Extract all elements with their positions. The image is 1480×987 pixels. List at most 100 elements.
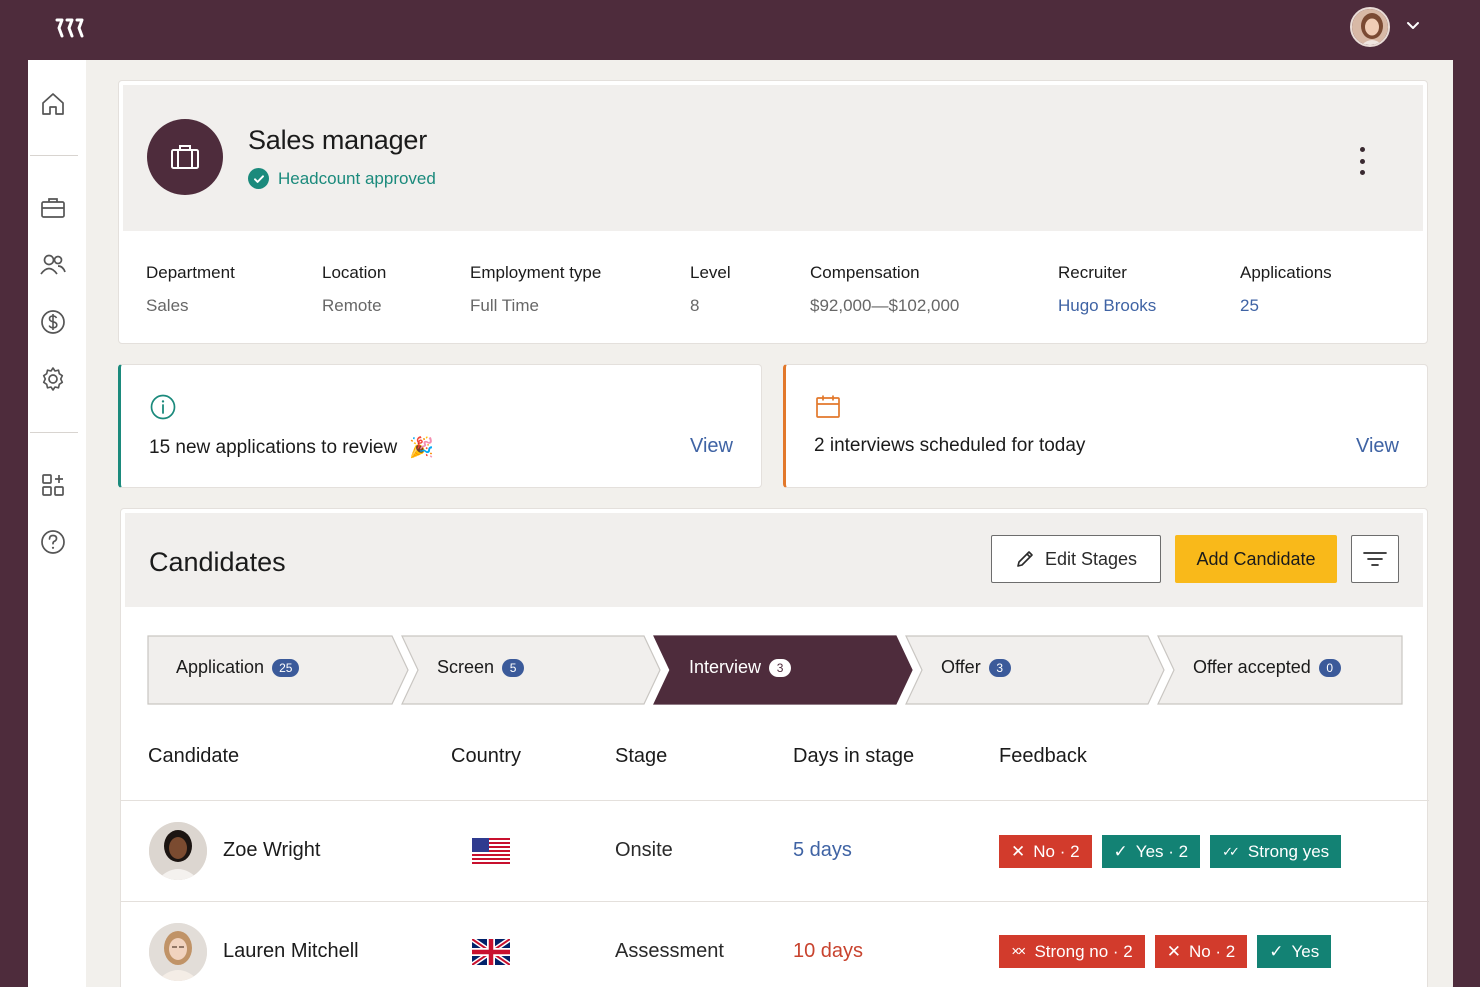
feedback-tags: ✕✕ Strong no · 2 ✕ No · 2 ✓ Yes [999,935,1332,968]
x-icon: ✕ [1011,841,1026,861]
app-frame: Sales manager Headcount approved Departm… [28,60,1453,987]
column-header-days-in-stage[interactable]: Days in stage [793,745,914,768]
sidebar-divider [30,432,78,433]
job-avatar [147,119,223,195]
stage-offer-accepted-label[interactable]: Offer accepted 0 [1193,657,1341,678]
meta-compensation: Compensation $92,000—$102,000 [810,263,959,316]
gear-icon[interactable] [39,365,67,393]
feedback-tag[interactable]: ✓✓ Strong yes [1210,835,1342,868]
meta-level: Level 8 [690,263,731,316]
stage-application-label[interactable]: Application 25 [176,657,300,678]
feedback-tag[interactable]: ✓ Yes · 2 [1101,835,1201,868]
meta-recruiter: Recruiter Hugo Brooks [1058,263,1156,316]
filter-button[interactable] [1351,535,1399,583]
meta-label: Department [146,263,235,282]
brand-logo-icon[interactable] [54,16,88,40]
chevron-down-icon[interactable] [1405,18,1421,34]
feedback-label: Yes · 2 [1135,841,1189,861]
double-check-icon: ✓✓ [1222,843,1240,859]
candidates-title: Candidates [149,547,286,577]
calendar-icon [816,395,840,418]
feedback-label: No · 2 [1188,941,1236,961]
feedback-tags: ✕ No · 2 ✓ Yes · 2 ✓✓ Strong yes [999,835,1342,868]
notice-text: 15 new applications to review 🎉 [149,435,434,460]
stage-screen-label[interactable]: Screen 5 [437,657,525,678]
stage-count-badge: 25 [272,658,300,677]
applications-link[interactable]: 25 [1240,296,1332,316]
feedback-tag[interactable]: ✕ No · 2 [1154,935,1248,968]
candidate-name[interactable]: Zoe Wright [223,839,320,862]
recruiter-link[interactable]: Hugo Brooks [1058,296,1156,316]
stage-pipeline: Application 25 Screen 5 Interview 3 Offe… [147,635,1403,705]
home-icon[interactable] [39,90,67,118]
check-icon: ✓ [1113,841,1128,861]
job-header: Sales manager Headcount approved [123,85,1423,231]
meta-employment-type: Employment type Full Time [470,263,601,316]
add-candidate-button[interactable]: Add Candidate [1175,535,1337,583]
feedback-tag[interactable]: ✓ Yes [1257,935,1332,968]
days-in-stage: 5 days [793,839,852,861]
uk-flag-icon [472,939,510,965]
apps-add-icon[interactable] [39,471,67,499]
feedback-label: No · 2 [1033,841,1080,861]
stage-name: Offer [941,657,981,677]
new-applications-notice: 15 new applications to review 🎉 View [118,364,762,488]
job-title: Sales manager [248,125,428,155]
candidate-avatar [149,822,207,880]
people-icon[interactable] [39,251,67,279]
row-divider [121,901,1429,902]
meta-applications: Applications 25 [1240,263,1332,316]
pencil-icon [1017,551,1033,567]
briefcase-icon [171,145,199,169]
column-header-country[interactable]: Country [451,745,521,768]
meta-value: $92,000—$102,000 [810,296,960,315]
meta-department: Department Sales [146,263,235,316]
edit-stages-button[interactable]: Edit Stages [991,535,1161,583]
meta-label: Compensation [810,263,920,282]
candidate-stage: Assessment [615,940,724,962]
stage-interview-label[interactable]: Interview 3 [689,657,792,678]
notice-text: 2 interviews scheduled for today [814,435,1085,457]
top-bar [0,0,1480,60]
briefcase-icon[interactable] [39,194,67,222]
column-header-stage[interactable]: Stage [615,745,667,768]
headcount-status: Headcount approved [248,168,436,189]
meta-label: Recruiter [1058,263,1127,282]
help-icon[interactable] [39,528,67,556]
feedback-tag[interactable]: ✕ No · 2 [999,835,1092,868]
dollar-icon[interactable] [39,308,67,336]
double-x-icon: ✕✕ [1011,946,1027,958]
candidate-stage: Onsite [615,839,673,861]
feedback-tag[interactable]: ✕✕ Strong no · 2 [999,935,1145,968]
stage-name: Offer accepted [1193,657,1311,677]
view-applications-link[interactable]: View [690,435,733,458]
feedback-label: Strong yes [1247,841,1330,861]
sidebar-divider [30,155,78,156]
filter-icon [1363,552,1387,566]
stage-offer-label[interactable]: Offer 3 [941,657,1011,678]
stage-count-badge: 3 [769,658,792,677]
candidates-card: Candidates Edit Stages Add Candidate App… [120,508,1429,987]
notice-label: 15 new applications to review [149,436,398,458]
column-header-feedback[interactable]: Feedback [999,745,1087,768]
x-icon: ✕ [1166,941,1181,961]
row-divider [121,800,1429,801]
meta-value: 8 [690,296,700,315]
us-flag-icon [472,838,510,864]
meta-location: Location Remote [322,263,386,316]
user-avatar[interactable] [1350,7,1390,47]
meta-label: Location [322,263,387,282]
stage-name: Interview [689,657,762,677]
notice-label: 2 interviews scheduled for today [814,435,1086,456]
column-header-candidate[interactable]: Candidate [148,745,239,768]
stage-count-badge: 5 [502,658,525,677]
days-in-stage: 10 days [793,940,864,962]
feedback-label: Strong no · 2 [1034,941,1133,961]
headcount-status-label: Headcount approved [278,168,436,188]
stage-name: Screen [437,657,495,677]
candidates-header: Candidates Edit Stages Add Candidate [125,513,1423,607]
stage-count-badge: 3 [988,658,1011,677]
more-options-icon[interactable] [1355,147,1369,175]
view-interviews-link[interactable]: View [1356,435,1399,458]
candidate-name[interactable]: Lauren Mitchell [223,940,359,963]
